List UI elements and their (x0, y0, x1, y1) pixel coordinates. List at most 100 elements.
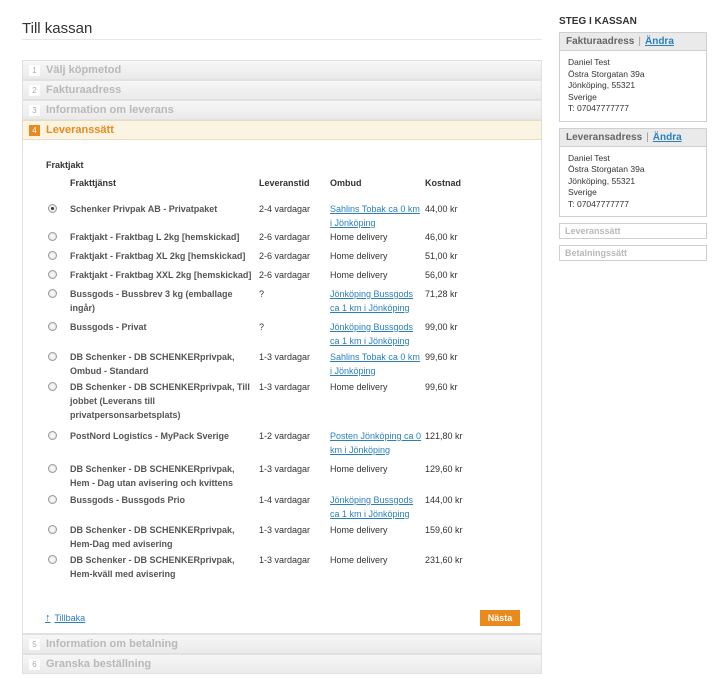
shipping-address-box: Leveransadress | Ändra Daniel Test Östra… (559, 127, 707, 217)
shipping-service-name: DB Schenker - DB SCHENKERprivpak, Ombud … (70, 352, 235, 376)
shipping-cost: 44,00 kr (425, 204, 458, 214)
edit-shipping-link[interactable]: Ändra (653, 132, 682, 143)
shipping-option-radio[interactable] (48, 495, 57, 504)
pickup-agent: Home delivery (330, 232, 388, 242)
address-line: Östra Storgatan 39a (568, 164, 645, 174)
shipping-option-radio[interactable] (48, 251, 57, 260)
pickup-agent-link[interactable]: Sahlins Tobak ca 0 km i Jönköping (330, 350, 424, 378)
step-header-2[interactable]: 2 Fakturaadress (22, 80, 542, 100)
shipping-service-name: Bussgods - Bussbrev 3 kg (emballage ingå… (70, 289, 233, 313)
shipping-option-radio[interactable] (48, 382, 57, 391)
address-line: Sverige (568, 91, 597, 102)
page-title: Till kassan (22, 20, 93, 37)
step-number: 3 (29, 104, 40, 116)
shipping-option-radio[interactable] (48, 352, 57, 361)
delivery-time: 1-4 vardagar (259, 495, 311, 505)
shipping-cost: 159,60 kr (425, 525, 463, 535)
shipping-option-radio[interactable] (48, 464, 57, 473)
billing-address-header: Fakturaadress | Ändra (560, 33, 706, 51)
pickup-agent-link[interactable]: Sahlins Tobak ca 0 km i Jönköping (330, 202, 424, 230)
sidebar-title: STEG I KASSAN (559, 16, 637, 27)
shipping-service-name: Fraktjakt - Fraktbag L 2kg [hemskickad] (70, 232, 240, 242)
column-header-agent: Ombud (330, 178, 362, 188)
shipping-cost: 56,00 kr (425, 270, 458, 280)
step-title: Leveranssätt (46, 124, 114, 136)
shipping-cost: 46,00 kr (425, 232, 458, 242)
shipping-option-radio[interactable] (48, 204, 57, 213)
pickup-agent: Home delivery (330, 270, 388, 280)
step-number: 1 (29, 64, 40, 76)
address-line: Jönköping, 55321 (568, 80, 636, 90)
billing-address-title: Fakturaadress (566, 36, 635, 47)
shipping-cost: 51,00 kr (425, 251, 458, 261)
step-header-1[interactable]: 1 Välj köpmetod (22, 60, 542, 80)
shipping-address-title: Leveransadress (566, 131, 643, 143)
delivery-time: 1-3 vardagar (259, 382, 311, 392)
step-title: Information om betalning (46, 638, 178, 650)
shipping-option-radio[interactable] (48, 270, 57, 279)
shipping-service-name: DB Schenker - DB SCHENKERprivpak, Hem-kv… (70, 555, 235, 579)
address-line: T: 07047777777 (568, 103, 629, 113)
back-link[interactable]: ↑ Tillbaka (45, 612, 85, 624)
shipping-method-panel: Fraktjakt Frakttjänst Leveranstid Ombud … (22, 140, 542, 634)
shipping-option-radio[interactable] (48, 232, 57, 241)
column-header-service: Frakttjänst (70, 178, 117, 188)
shipping-option-radio[interactable] (48, 289, 57, 298)
shipping-cost: 99,00 kr (425, 322, 458, 332)
shipping-service-name: DB Schenker - DB SCHENKERprivpak, Hem-Da… (70, 525, 235, 549)
shipping-service-name: Fraktjakt - Fraktbag XL 2kg [hemskickad] (70, 251, 246, 261)
shipping-cost: 129,60 kr (425, 464, 463, 474)
separator: | (646, 131, 649, 143)
pickup-agent-link[interactable]: Jönköping Bussgods ca 1 km i Jönköping (330, 287, 424, 315)
pickup-agent: Home delivery (330, 525, 388, 535)
shipping-cost: 99,60 kr (425, 382, 458, 392)
pickup-agent-link[interactable]: Posten Jönköping ca 0 km i Jönköping (330, 429, 424, 457)
shipping-cost: 99,60 kr (425, 352, 458, 362)
address-line: Daniel Test (568, 57, 610, 67)
delivery-time: 1-2 vardagar (259, 431, 311, 441)
step-header-6[interactable]: 6 Granska beställning (22, 654, 542, 674)
step-header-3[interactable]: 3 Information om leverans (22, 100, 542, 120)
address-line: Östra Storgatan 39a (568, 68, 645, 79)
shipping-address-body: Daniel Test Östra Storgatan 39a Jönköpin… (560, 147, 706, 217)
shipping-service-name: Fraktjakt - Fraktbag XXL 2kg [hemskickad… (70, 270, 252, 280)
pickup-agent: Home delivery (330, 251, 388, 261)
shipping-cost: 144,00 kr (425, 495, 463, 505)
address-line: Sverige (568, 187, 597, 197)
delivery-time: 1-3 vardagar (259, 555, 311, 565)
column-header-cost: Kostnad (425, 178, 461, 188)
step-header-4-active[interactable]: 4 Leveranssätt (22, 120, 542, 140)
delivery-time: 1-3 vardagar (259, 525, 311, 535)
delivery-time: ? (259, 322, 265, 332)
shipping-option-radio[interactable] (48, 322, 57, 331)
address-line: T: 07047777777 (568, 198, 629, 209)
edit-billing-link[interactable]: Ändra (645, 36, 674, 47)
shipping-cost: 71,28 kr (425, 289, 458, 299)
shipping-option-radio[interactable] (48, 431, 57, 440)
delivery-time: 1-3 vardagar (259, 352, 311, 362)
column-header-time: Leveranstid (259, 178, 310, 188)
delivery-time: 2-4 vardagar (259, 204, 311, 214)
delivery-time: 2-6 vardagar (259, 270, 311, 280)
shipping-option-radio[interactable] (48, 555, 57, 564)
back-link-label: Tillbaka (54, 613, 86, 623)
step-title: Granska beställning (46, 658, 152, 670)
delivery-time: ? (259, 289, 265, 299)
shipping-service-name: PostNord Logistics - MyPack Sverige (70, 431, 230, 441)
pickup-agent-link[interactable]: Jönköping Bussgods ca 1 km i Jönköping (330, 493, 424, 521)
arrow-up-icon: ↑ (45, 612, 51, 624)
step-number: 6 (29, 658, 40, 670)
separator: | (638, 36, 641, 47)
shipping-option-radio[interactable] (48, 525, 57, 534)
billing-address-box: Fakturaadress | Ändra Daniel Test Östra … (559, 32, 707, 122)
carrier-group-label: Fraktjakt (46, 160, 84, 170)
shipping-cost: 231,60 kr (425, 555, 463, 565)
shipping-service-name: DB Schenker - DB SCHENKERprivpak, Hem - … (70, 464, 235, 488)
next-button[interactable]: Nästa (480, 610, 520, 626)
step-number: 5 (29, 638, 40, 650)
checkout-steps: 1 Välj köpmetod 2 Fakturaadress 3 Inform… (22, 60, 542, 674)
shipping-method-summary: Leveranssätt (559, 223, 707, 239)
pickup-agent-link[interactable]: Jönköping Bussgods ca 1 km i Jönköping (330, 320, 424, 348)
step-header-5[interactable]: 5 Information om betalning (22, 634, 542, 654)
step-title: Välj köpmetod (46, 64, 122, 76)
